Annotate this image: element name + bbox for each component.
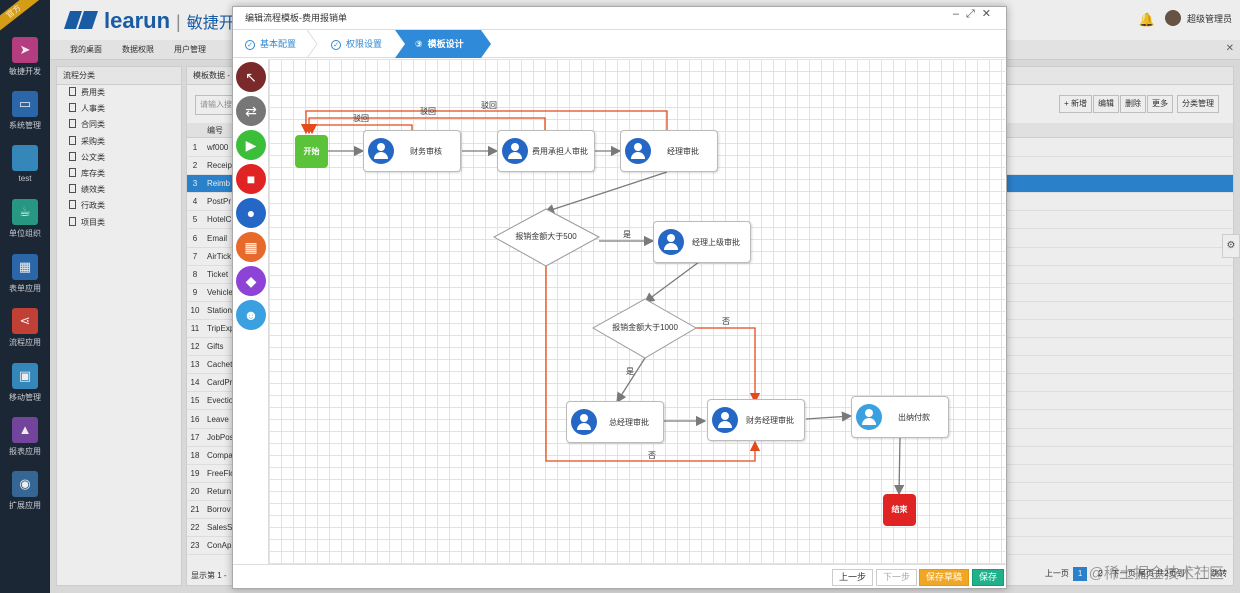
flow-node-finance-manager[interactable]: 财务经理审批 — [707, 399, 805, 441]
user-icon[interactable]: ● — [236, 198, 266, 228]
stop-icon[interactable]: ■ — [236, 164, 266, 194]
flow-node-finance-review[interactable]: 财务审核 — [363, 130, 461, 172]
prev-step-button[interactable]: 上一步 — [832, 569, 874, 586]
step-number: ③ — [415, 39, 423, 49]
play-icon[interactable]: ▶ — [236, 130, 266, 160]
connector-label-yes: 是 — [623, 230, 631, 239]
person-icon[interactable]: ☻ — [236, 300, 266, 330]
connector-label-reject: 驳回 — [353, 114, 369, 123]
wizard-steps: ✓ 基本配置 ✓ 权限设置 ③ 模板设计 — [233, 30, 1006, 58]
diamond-icon[interactable]: ◆ — [236, 266, 266, 296]
connector-label-yes: 是 — [626, 367, 634, 376]
flow-tool-palette: ↖ ⇄ ▶ ■ ● ▦ ◆ ☻ — [233, 59, 269, 564]
flow-design-canvas[interactable]: 开始 结束 财务审核 费用承担人审批 经理审批 经理上级审批 总经理审批 财务经… — [269, 59, 1005, 564]
user-icon — [712, 407, 738, 433]
user-icon — [571, 409, 597, 435]
flow-template-dialog: 编辑流程模板-费用报销单 –⤢✕ ✓ 基本配置 ✓ 权限设置 ③ 模板设计 ↖ ⇄ … — [232, 6, 1007, 589]
dialog-window-controls: –⤢✕ — [953, 7, 998, 21]
person-icon — [856, 404, 882, 430]
dialog-footer: 上一步 下一步 保存草稿 保存 — [233, 564, 1006, 589]
connector-label-no: 否 — [722, 317, 730, 326]
swap-icon[interactable]: ⇄ — [236, 96, 266, 126]
flow-node-cost-owner[interactable]: 费用承担人审批 — [497, 130, 595, 172]
wizard-step-permission[interactable]: ✓ 权限设置 — [331, 30, 382, 58]
save-draft-button[interactable]: 保存草稿 — [919, 569, 970, 586]
close-icon[interactable]: ✕ — [982, 8, 998, 20]
flow-node-upper-manager[interactable]: 经理上级审批 — [653, 221, 751, 263]
decision-label-500[interactable]: 报销金额大于500 — [497, 231, 595, 242]
next-step-button[interactable]: 下一步 — [876, 569, 918, 586]
connector-label-reject: 驳回 — [481, 101, 497, 110]
flow-node-general-manager[interactable]: 总经理审批 — [566, 401, 664, 443]
user-icon — [368, 138, 394, 164]
arrow-pointer-icon[interactable]: ↖ — [236, 62, 266, 92]
connector-label-no: 否 — [648, 451, 656, 460]
connector-label-reject: 驳回 — [420, 107, 436, 116]
user-icon — [625, 138, 651, 164]
flow-start-node[interactable]: 开始 — [295, 135, 328, 168]
flow-end-node[interactable]: 结束 — [883, 494, 916, 526]
grid-icon[interactable]: ▦ — [236, 232, 266, 262]
flow-node-cashier[interactable]: 出纳付款 — [851, 396, 949, 438]
maximize-icon[interactable]: ⤢ — [966, 8, 982, 20]
check-circle-icon: ✓ — [245, 40, 255, 50]
user-icon — [502, 138, 528, 164]
save-button[interactable]: 保存 — [972, 569, 1005, 586]
minimize-icon[interactable]: – — [953, 8, 966, 20]
user-icon — [658, 229, 684, 255]
decision-label-1000[interactable]: 报销金额大于1000 — [595, 322, 695, 333]
dialog-title: 编辑流程模板-费用报销单 — [233, 7, 1006, 30]
flow-node-manager[interactable]: 经理审批 — [620, 130, 718, 172]
check-circle-icon: ✓ — [331, 40, 341, 50]
wizard-step-design[interactable]: ③ 模板设计 — [415, 30, 464, 58]
wizard-step-basic[interactable]: ✓ 基本配置 — [245, 30, 296, 58]
